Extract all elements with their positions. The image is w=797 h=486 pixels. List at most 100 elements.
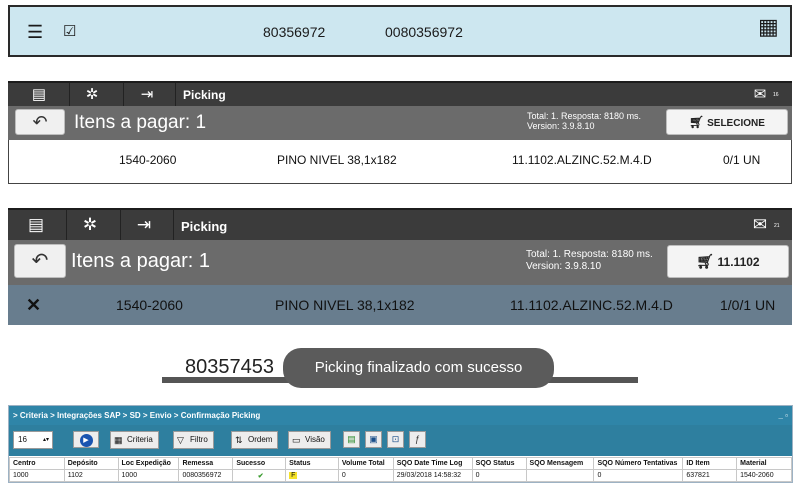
back-button[interactable]: ↶ (14, 244, 66, 278)
material-description: PINO NIVEL 38,1x182 (277, 153, 397, 167)
message-count-badge: 16 (773, 92, 779, 98)
column-header[interactable]: SQO Date Time Log (392, 457, 473, 470)
items-to-pick: Itens a pagar: 1 (74, 112, 207, 133)
message-icon[interactable]: ✉ (750, 215, 770, 235)
quantity: 1/0/1 UN (720, 297, 776, 313)
checkbox-icon[interactable]: ☑ (63, 23, 76, 41)
item-row-selected[interactable]: ✕ 1540-2060 PINO NIVEL 38,1x182 11.1102.… (8, 285, 792, 325)
boxes-icon[interactable]: ▦ (758, 16, 779, 38)
excel-icon: ▤ (347, 434, 356, 444)
picking-screen-1: ▤ ✲ ⇥ Picking ✉ 16 ↶ Itens a pagar: 1 To… (8, 81, 792, 184)
column-header[interactable]: Volume Total (337, 457, 394, 470)
window-controls[interactable]: _ ▫ (778, 406, 788, 425)
cell-material: 1540-2060 (736, 469, 792, 482)
cart-icon: 🛒︎ (696, 253, 715, 269)
order-button[interactable]: ⇅ Ordem (231, 431, 279, 449)
criteria-button[interactable]: ▦ Criteria (110, 431, 159, 449)
undo-icon: ↶ (32, 112, 48, 132)
quantity: 0/1 UN (723, 153, 761, 167)
column-header[interactable]: ID Item (682, 457, 738, 470)
success-toast: Picking finalizado com sucesso (283, 348, 554, 388)
save-button[interactable]: ▣ (365, 431, 382, 448)
select-button-label: SELECIONE (707, 118, 765, 129)
results-table: Centro Depósito Loc Expedição Remessa Su… (9, 457, 792, 482)
code-icon: ⊡ (391, 434, 400, 444)
order-button-label: Ordem (248, 435, 273, 444)
response-total: Total: 1. Resposta: 8180 ms. (526, 249, 653, 260)
storage-location: 11.1102.ALZINC.52.M.4.D (510, 297, 673, 313)
play-icon: ▶ (79, 434, 93, 447)
exit-icon[interactable]: ⇥ (136, 85, 158, 105)
gear-icon[interactable]: ✲ (81, 85, 103, 105)
sort-icon: ⇅ (235, 435, 243, 445)
column-header[interactable]: Sucesso (232, 457, 287, 470)
cart-icon: 🛒︎ (689, 115, 705, 129)
status-bar: ↶ Itens a pagar: 1 Total: 1. Resposta: 8… (8, 106, 792, 140)
cell-deposito: 1102 (63, 469, 119, 482)
formula-button[interactable]: ƒ (409, 431, 426, 448)
menu-icon[interactable]: ▤ (28, 85, 50, 105)
criteria-button-label: Criteria (127, 435, 153, 444)
filter-button[interactable]: ▽ Filtro (173, 431, 214, 449)
save-icon: ▣ (369, 434, 378, 444)
excel-export-button[interactable]: ▤ (343, 431, 360, 448)
message-count-badge: 21 (774, 223, 780, 229)
cell-loc-expedicao: 1000 (117, 469, 180, 482)
view-button[interactable]: ▭ Visão (288, 431, 331, 449)
column-header[interactable]: Centro (9, 457, 65, 470)
delivery-number: 80356972 (263, 24, 326, 40)
cell-datetime: 29/03/2018 14:58:32 (392, 469, 473, 482)
page-size-value: 16 (18, 435, 27, 444)
scan-header-bar: ☰ ☑ 80356972 0080356972 ▦ (8, 5, 792, 57)
top-toolbar: ▤ ✲ ⇥ Picking ✉ 16 (8, 81, 792, 108)
column-header[interactable]: Material (736, 457, 792, 470)
exit-icon[interactable]: ⇥ (133, 215, 155, 235)
table-header-row: Centro Depósito Loc Expedição Remessa Su… (9, 457, 792, 470)
column-header[interactable]: SQO Mensagem (525, 457, 595, 470)
material-code: 1540-2060 (116, 297, 183, 313)
cell-mensagem (525, 469, 595, 482)
criteria-icon: ▦ (114, 435, 123, 445)
material-description: PINO NIVEL 38,1x182 (275, 297, 415, 313)
select-button[interactable]: 🛒︎ 11.1102 (667, 245, 789, 278)
spinner-icon: ▴▾ (42, 437, 49, 443)
breadcrumb-text: > Criteria > Integrações SAP > SD > Envi… (13, 411, 261, 420)
remove-icon[interactable]: ✕ (26, 295, 41, 316)
message-icon[interactable]: ✉ (750, 85, 770, 105)
storage-location: 11.1102.ALZINC.52.M.4.D (512, 153, 652, 167)
table-row[interactable]: 1000 1102 1000 0080356972 ✔ F 0 29/03/20… (9, 469, 792, 482)
screen-title: Picking (183, 88, 226, 102)
view-button-label: Visão (305, 435, 325, 444)
picking-screen-2: ▤ ✲ ⇥ Picking ✉ 21 ↶ Itens a pagar: 1 To… (8, 208, 792, 325)
column-header[interactable]: Depósito (63, 457, 119, 470)
gear-icon[interactable]: ✲ (79, 215, 101, 235)
column-header[interactable]: Loc Expedição (117, 457, 180, 470)
function-icon: ƒ (414, 434, 420, 444)
top-toolbar: ▤ ✲ ⇥ Picking ✉ 21 (8, 208, 792, 242)
cell-status: F (285, 469, 339, 482)
screen-title: Picking (181, 219, 228, 234)
run-button[interactable]: ▶ (73, 431, 99, 448)
criteria-window: > Criteria > Integrações SAP > SD > Envi… (8, 405, 793, 483)
undo-icon: ↶ (31, 250, 49, 272)
code-button[interactable]: ⊡ (387, 431, 404, 448)
column-header[interactable]: SQO Número Tentativas (593, 457, 684, 470)
breadcrumb: > Criteria > Integrações SAP > SD > Envi… (9, 406, 792, 425)
column-header[interactable]: Remessa (178, 457, 234, 470)
back-button[interactable]: ↶ (15, 109, 65, 135)
page-size-select[interactable]: 16 ▴▾ (13, 431, 53, 449)
list-icon[interactable]: ☰ (27, 23, 43, 41)
cell-id-item: 637821 (682, 469, 738, 482)
version-label: Version: 3.9.8.10 (526, 261, 602, 272)
cell-sqo-status: 0 (471, 469, 527, 482)
column-header[interactable]: SQO Status (471, 457, 527, 470)
items-to-pick: Itens a pagar: 1 (71, 250, 210, 272)
delivery-number-full: 0080356972 (385, 24, 463, 40)
cell-remessa: 0080356972 (178, 469, 234, 482)
filter-icon: ▽ (177, 435, 184, 445)
select-button[interactable]: 🛒︎ SELECIONE (666, 109, 788, 135)
material-code: 1540-2060 (119, 153, 177, 167)
column-header[interactable]: Status (285, 457, 339, 470)
item-row[interactable]: 1540-2060 PINO NIVEL 38,1x182 11.1102.AL… (8, 140, 792, 184)
menu-icon[interactable]: ▤ (25, 215, 47, 235)
